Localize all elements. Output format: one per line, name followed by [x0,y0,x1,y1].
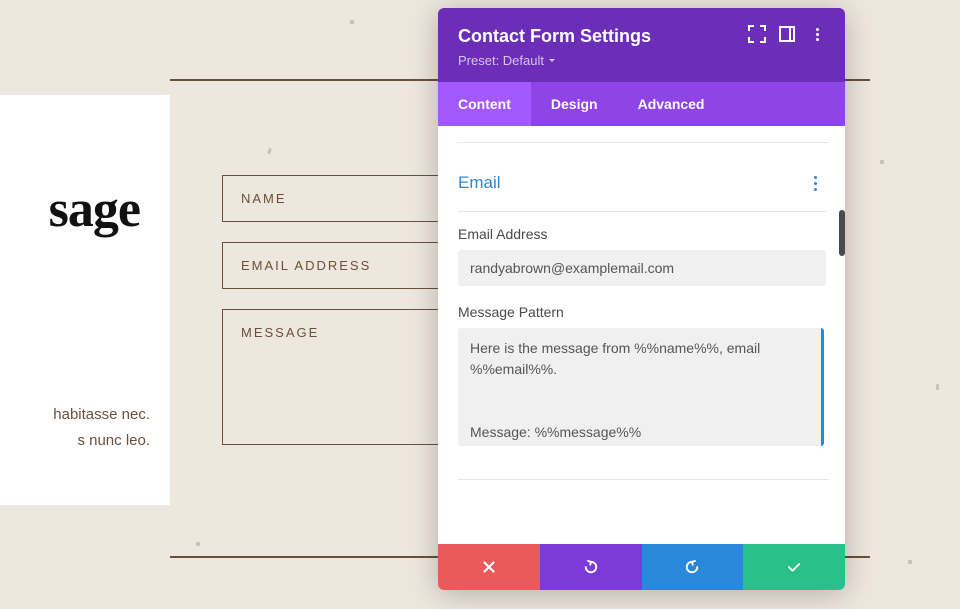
settings-modal: Contact Form Settings Preset: Default Co… [438,8,845,590]
close-icon [480,558,498,576]
preset-label: Preset: Default [458,53,544,68]
section-email-toggle[interactable]: Email [458,173,501,193]
scrollbar-thumb[interactable] [839,210,845,256]
more-options-icon[interactable] [809,26,825,42]
check-icon [785,558,803,576]
redo-button[interactable] [642,544,744,590]
chevron-down-icon [548,57,556,65]
page-heading: sage [49,180,140,239]
message-pattern-input[interactable] [458,328,824,446]
section-options-icon[interactable] [814,176,823,191]
preset-dropdown[interactable]: Preset: Default [438,51,845,82]
page-paragraph: habitasse nec. s nunc leo. [0,402,150,453]
panel-toggle-icon[interactable] [779,26,795,42]
tab-advanced[interactable]: Advanced [618,82,725,126]
modal-title: Contact Form Settings [458,26,651,47]
modal-header: Contact Form Settings Preset: Default [438,8,845,82]
tab-design[interactable]: Design [531,82,618,126]
section-divider-top [458,142,829,143]
tab-content[interactable]: Content [438,82,531,126]
modal-footer [438,544,845,590]
section-divider-bottom [458,479,829,480]
redo-icon [683,558,701,576]
confirm-button[interactable] [743,544,845,590]
message-pattern-label: Message Pattern [458,304,829,320]
page-card: sage habitasse nec. s nunc leo. [0,95,170,505]
section-divider [458,211,827,212]
expand-icon[interactable] [749,26,765,42]
modal-tabs: Content Design Advanced [438,82,845,126]
email-address-label: Email Address [458,226,829,242]
modal-body: Email Email Address Message Pattern [438,126,845,544]
cancel-button[interactable] [438,544,540,590]
email-address-input[interactable] [458,250,826,286]
undo-button[interactable] [540,544,642,590]
undo-icon [582,558,600,576]
